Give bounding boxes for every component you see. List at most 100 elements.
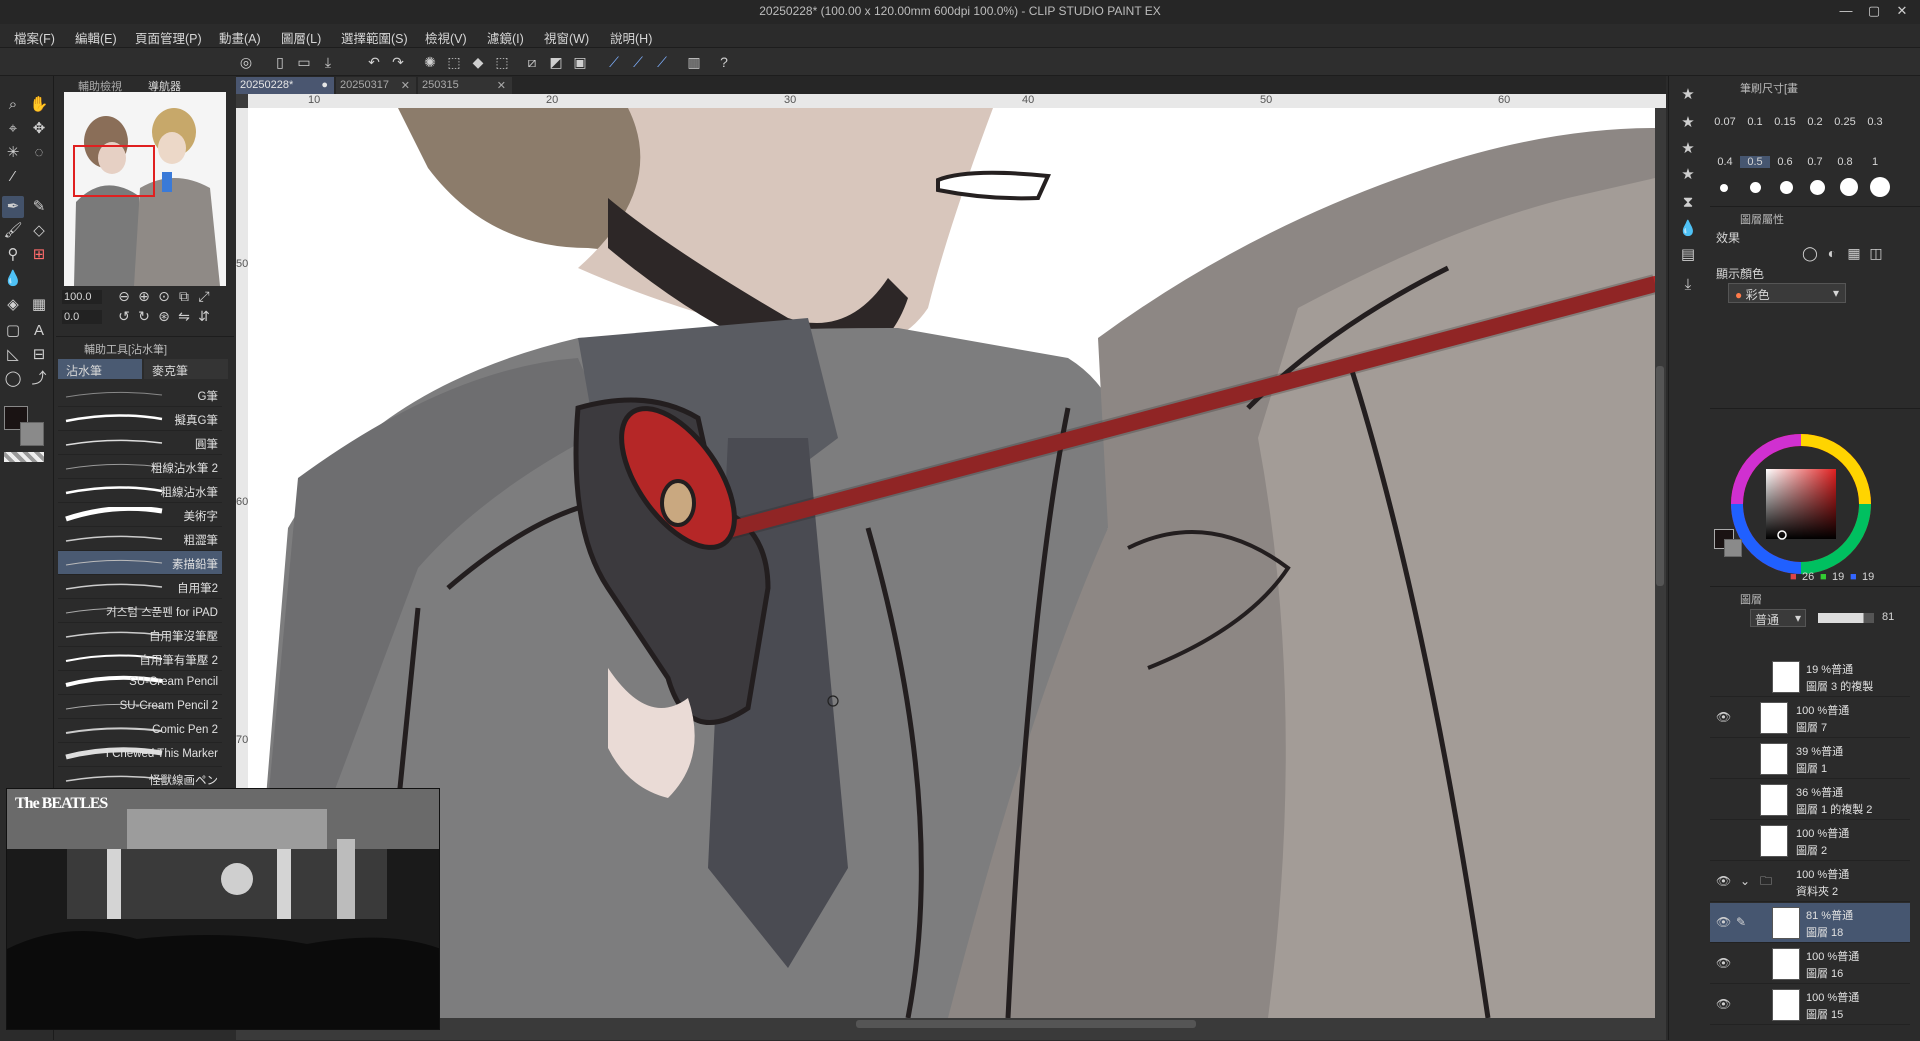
zoom-tool-icon[interactable]: ⌕: [2, 94, 24, 116]
deselect-icon[interactable]: ⧄: [522, 52, 542, 72]
fit-window-icon[interactable]: ⤢: [194, 286, 214, 306]
selection-layer-icon[interactable]: ▣: [570, 52, 590, 72]
layer-row[interactable]: 100 %普通 圖層 2: [1710, 821, 1910, 861]
brush-item[interactable]: 自用筆沒筆壓: [58, 623, 222, 647]
tab-250315[interactable]: 250315 ✕: [418, 77, 512, 94]
figure-icon[interactable]: ▢: [2, 320, 24, 342]
layer-row[interactable]: 36 %普通 圖層 1 的複製 2: [1710, 780, 1910, 820]
pencil-tool-icon[interactable]: ✎: [28, 196, 50, 218]
transparent-swatch[interactable]: [4, 452, 44, 462]
brush-item[interactable]: Comic Pen 2: [58, 719, 222, 743]
horizontal-scrollbar[interactable]: [856, 1020, 1196, 1028]
brush-item[interactable]: 粗線沾水筆: [58, 479, 222, 503]
maximize-icon[interactable]: ▢: [1866, 3, 1882, 19]
size-value[interactable]: 0.1: [1740, 116, 1770, 128]
brush-item[interactable]: 怪獸線画ペン: [58, 767, 222, 787]
size-value-selected[interactable]: 0.5: [1740, 156, 1770, 168]
brush-item[interactable]: 粗線沾水筆 2: [58, 455, 222, 479]
snap-ruler-icon[interactable]: ⟋: [604, 52, 624, 72]
drawing-canvas[interactable]: [248, 108, 1655, 1018]
layer-row[interactable]: 39 %普通 圖層 1: [1710, 739, 1910, 779]
folder-row[interactable]: 👁 ⌄ 🗀 100 %普通 資料夾 2: [1710, 862, 1910, 902]
size-value[interactable]: 0.6: [1770, 156, 1800, 168]
size-preset-dot[interactable]: [1810, 180, 1825, 195]
size-value[interactable]: 0.3: [1860, 116, 1890, 128]
balloon-icon[interactable]: ◯: [2, 368, 24, 390]
eye-icon[interactable]: 👁: [1716, 710, 1731, 724]
zoom-in-icon[interactable]: ⊕: [134, 286, 154, 306]
vertical-scrollbar[interactable]: [1656, 366, 1664, 586]
size-value[interactable]: 0.4: [1710, 156, 1740, 168]
flip-h-icon[interactable]: ⇋: [174, 306, 194, 326]
tone-effect-icon[interactable]: ◐: [1822, 243, 1842, 263]
fit-icon[interactable]: ⊙: [154, 286, 174, 306]
color-wheel[interactable]: [1726, 429, 1876, 579]
blend-tool-icon[interactable]: 💧: [2, 268, 24, 290]
menu-layer[interactable]: 圖層(L): [281, 28, 321, 47]
flip-v-icon[interactable]: ⇵: [194, 306, 214, 326]
fill-tool-icon[interactable]: ◈: [2, 294, 24, 316]
material-icon[interactable]: ★: [1677, 112, 1699, 134]
reset-rotate-icon[interactable]: ⊛: [154, 306, 174, 326]
clip-studio-icon[interactable]: ◎: [236, 52, 256, 72]
rotate-left-icon[interactable]: ↺: [114, 306, 134, 326]
rotation-value[interactable]: 0.0: [62, 310, 102, 324]
close-tab-icon[interactable]: ✕: [401, 79, 410, 92]
brush-tool-icon[interactable]: 🖌: [2, 220, 24, 242]
brush-item[interactable]: 擬真G筆: [58, 407, 222, 431]
video-overlay[interactable]: The BEATLES: [6, 788, 440, 1030]
airbrush-icon[interactable]: ⚲: [2, 244, 24, 266]
tab-layer[interactable]: 圖層: [1740, 591, 1762, 607]
magic-wand-icon[interactable]: ✳: [2, 142, 24, 164]
ruler-icon[interactable]: ⊟: [28, 344, 50, 366]
size-value[interactable]: 0.15: [1770, 116, 1800, 128]
text-tool-icon[interactable]: A: [28, 320, 50, 342]
lasso-icon[interactable]: ◌: [28, 142, 50, 164]
extract-line-icon[interactable]: ◫: [1866, 243, 1886, 263]
invert-icon[interactable]: ◩: [546, 52, 566, 72]
opacity-slider[interactable]: [1818, 613, 1874, 623]
open-file-icon[interactable]: ▭: [294, 52, 314, 72]
layer-search-icon[interactable]: ▤: [1677, 244, 1699, 266]
layer-row[interactable]: 👁 100 %普通 圖層 15: [1710, 985, 1910, 1025]
brush-item[interactable]: 美術字: [58, 503, 222, 527]
new-file-icon[interactable]: ▯: [270, 52, 290, 72]
material-icon[interactable]: ★: [1677, 84, 1699, 106]
tab-20250228[interactable]: 20250228* ●: [236, 77, 334, 94]
tab-marker[interactable]: 麥克筆: [144, 359, 228, 379]
menu-view[interactable]: 檢視(V): [425, 28, 467, 47]
brush-item[interactable]: 自用筆2: [58, 575, 222, 599]
minimize-icon[interactable]: —: [1838, 3, 1854, 19]
folder-expand-icon[interactable]: ⌄: [1740, 874, 1750, 888]
menu-help[interactable]: 說明(H): [610, 28, 652, 47]
brush-item[interactable]: I Chewed This Marker: [58, 743, 222, 767]
fill-icon[interactable]: ◆: [468, 52, 488, 72]
size-value[interactable]: 0.07: [1710, 116, 1740, 128]
material-icon[interactable]: ★: [1677, 164, 1699, 186]
size-preset-dot[interactable]: [1870, 177, 1890, 197]
opacity-value[interactable]: 81: [1882, 611, 1894, 623]
pattern-effect-icon[interactable]: ▦: [1844, 243, 1864, 263]
save-icon[interactable]: ⤓: [318, 52, 338, 72]
size-value[interactable]: 1: [1860, 156, 1890, 168]
brush-item[interactable]: 素描鉛筆: [58, 551, 222, 575]
size-preset-dot[interactable]: [1720, 184, 1728, 192]
animation-icon[interactable]: ⤓: [1677, 274, 1699, 296]
brush-item[interactable]: SU-Cream Pencil: [58, 671, 222, 695]
size-preset-dot[interactable]: [1780, 181, 1793, 194]
loading-icon[interactable]: ✺: [420, 52, 440, 72]
menu-page[interactable]: 頁面管理(P): [135, 28, 202, 47]
frame-icon[interactable]: ◺: [2, 344, 24, 366]
size-value[interactable]: 0.25: [1830, 116, 1860, 128]
move-layer-icon[interactable]: ✥: [28, 118, 50, 140]
size-value[interactable]: 0.7: [1800, 156, 1830, 168]
decoration-icon[interactable]: ⊞: [28, 244, 50, 266]
brush-item[interactable]: 自用筆有筆壓 2: [58, 647, 222, 671]
help-icon[interactable]: ?: [714, 52, 734, 72]
zoom-value[interactable]: 100.0: [62, 290, 102, 304]
layer-row[interactable]: 👁 100 %普通 圖層 16: [1710, 944, 1910, 984]
actual-size-icon[interactable]: ⧉: [174, 286, 194, 306]
tab-dip-pen[interactable]: 沾水筆: [58, 359, 142, 379]
close-icon[interactable]: ✕: [1894, 3, 1910, 19]
undo-icon[interactable]: ↶: [364, 52, 384, 72]
